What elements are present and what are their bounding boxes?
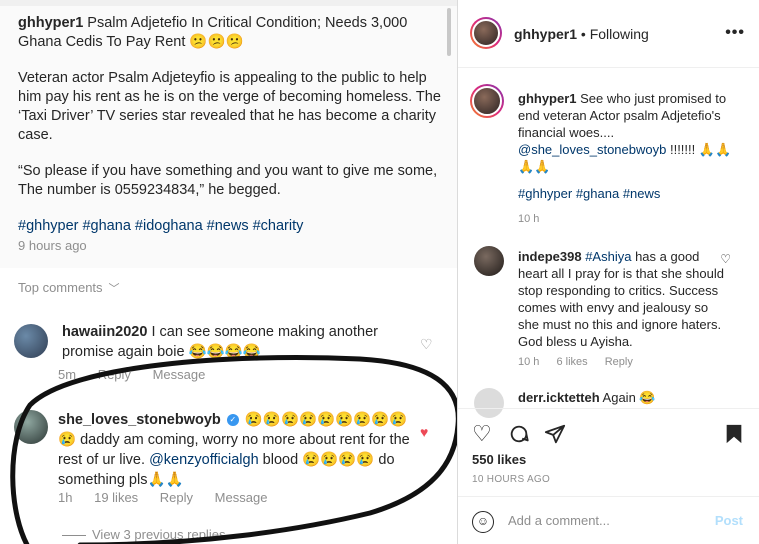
- avatar[interactable]: [474, 246, 504, 276]
- caption-time: 10 h: [518, 213, 540, 225]
- add-comment-input[interactable]: Add a comment...: [508, 513, 610, 528]
- following-button[interactable]: Following: [590, 26, 649, 42]
- message-link[interactable]: Message: [215, 490, 268, 505]
- comment-likes[interactable]: 19 likes: [94, 490, 138, 505]
- avatar[interactable]: [470, 84, 504, 118]
- reply-link[interactable]: Reply: [605, 356, 633, 368]
- comment-meta: 5m Reply Message: [58, 367, 223, 382]
- comment-user[interactable]: she_loves_stonebwoyb: [58, 412, 221, 428]
- add-comment-bar: ☺ Add a comment... Post: [458, 496, 759, 544]
- comment-derr-icktetteh: derr.icktetteh Again 😂: [518, 390, 656, 406]
- comment-likes[interactable]: 6 likes: [556, 356, 587, 368]
- comment-time: 5m: [58, 367, 77, 382]
- comment-time: 10 h: [518, 356, 540, 368]
- comment-user[interactable]: indepe398: [518, 249, 582, 264]
- reply-link[interactable]: Reply: [98, 367, 131, 382]
- top-comments-dropdown[interactable]: Top comments ﹀: [18, 280, 120, 296]
- post-date: 10 HOURS AGO: [472, 474, 551, 485]
- reply-link[interactable]: Reply: [160, 490, 193, 505]
- comment-body: has a good heart all I pray for is that …: [518, 249, 724, 349]
- post-button[interactable]: Post: [715, 513, 743, 528]
- view-replies-link[interactable]: View 3 previous replies: [62, 527, 225, 542]
- chevron-down-icon: ﹀: [108, 283, 120, 295]
- divider: [62, 535, 86, 537]
- likes-count[interactable]: 550 likes: [472, 452, 526, 467]
- avatar[interactable]: [14, 324, 48, 358]
- comment-meta: 1h 19 likes Reply Message: [58, 490, 285, 505]
- caption-paragraph-2: “So please if you have something and you…: [18, 163, 438, 198]
- verified-badge-icon: ✓: [226, 414, 239, 427]
- view-replies-label: View 3 previous replies: [92, 527, 226, 542]
- caption-paragraph-1: Veteran actor Psalm Adjeteyfio is appeal…: [18, 70, 441, 143]
- post-caption: ghhyper1 See who just promised to end ve…: [518, 90, 746, 175]
- scrollbar[interactable]: [447, 8, 451, 56]
- comment-user[interactable]: hawaiin2020: [62, 324, 147, 340]
- caption-user[interactable]: ghhyper1: [18, 15, 83, 31]
- top-strip: [0, 0, 457, 6]
- heart-icon[interactable]: ♡: [420, 336, 433, 353]
- caption-mention[interactable]: @she_loves_stonebwoyb: [518, 142, 666, 157]
- header-user: ghhyper1 • Following: [514, 26, 649, 42]
- left-screenshot-panel: ghhyper1 Psalm Adjetefio In Critical Con…: [0, 0, 458, 544]
- comment-icon[interactable]: [508, 423, 530, 449]
- caption-hashtags[interactable]: #ghhyper #ghana #idoghana #news #charity: [18, 217, 443, 236]
- comment-she-loves-stonebwoyb: she_loves_stonebwoyb ✓ 😢😢😢😢😢😢😢😢😢😢 daddy …: [58, 410, 413, 490]
- post-header: ghhyper1 • Following •••: [458, 0, 759, 68]
- more-options-icon[interactable]: •••: [725, 24, 745, 42]
- comment-user[interactable]: derr.icktetteh: [518, 390, 600, 405]
- comment-body: Again 😂: [599, 390, 656, 405]
- comment-indepe398: indepe398 #Ashiya has a good heart all I…: [518, 248, 730, 350]
- top-comments-label: Top comments: [18, 280, 103, 295]
- caption-hashtags[interactable]: #ghhyper #ghana #news: [518, 186, 660, 201]
- comment-hashtag[interactable]: #Ashiya: [582, 249, 631, 264]
- heart-icon[interactable]: ♡: [472, 423, 492, 445]
- emoji-icon[interactable]: ☺: [472, 511, 494, 533]
- comment-meta: 10 h 6 likes Reply: [518, 356, 647, 368]
- header-username[interactable]: ghhyper1: [514, 26, 577, 42]
- caption-user[interactable]: ghhyper1: [518, 91, 577, 106]
- heart-filled-icon[interactable]: ♥: [420, 424, 428, 440]
- avatar[interactable]: [470, 17, 502, 49]
- separator: •: [577, 26, 590, 42]
- post-time: 9 hours ago: [18, 238, 87, 253]
- right-post-panel: ghhyper1 • Following ••• ghhyper1 See wh…: [458, 0, 759, 544]
- share-icon[interactable]: [544, 423, 566, 449]
- bookmark-icon[interactable]: [724, 423, 744, 449]
- avatar[interactable]: [14, 410, 48, 444]
- post-caption: ghhyper1 Psalm Adjetefio In Critical Con…: [18, 14, 443, 253]
- action-bar: ♡: [458, 408, 759, 458]
- heart-icon[interactable]: ♡: [720, 252, 731, 266]
- comment-mention[interactable]: @kenzyofficialgh: [149, 452, 259, 468]
- message-link[interactable]: Message: [153, 367, 206, 382]
- comment-hawaiin2020: hawaiin2020 I can see someone making ano…: [62, 322, 412, 362]
- comment-time: 1h: [58, 490, 73, 505]
